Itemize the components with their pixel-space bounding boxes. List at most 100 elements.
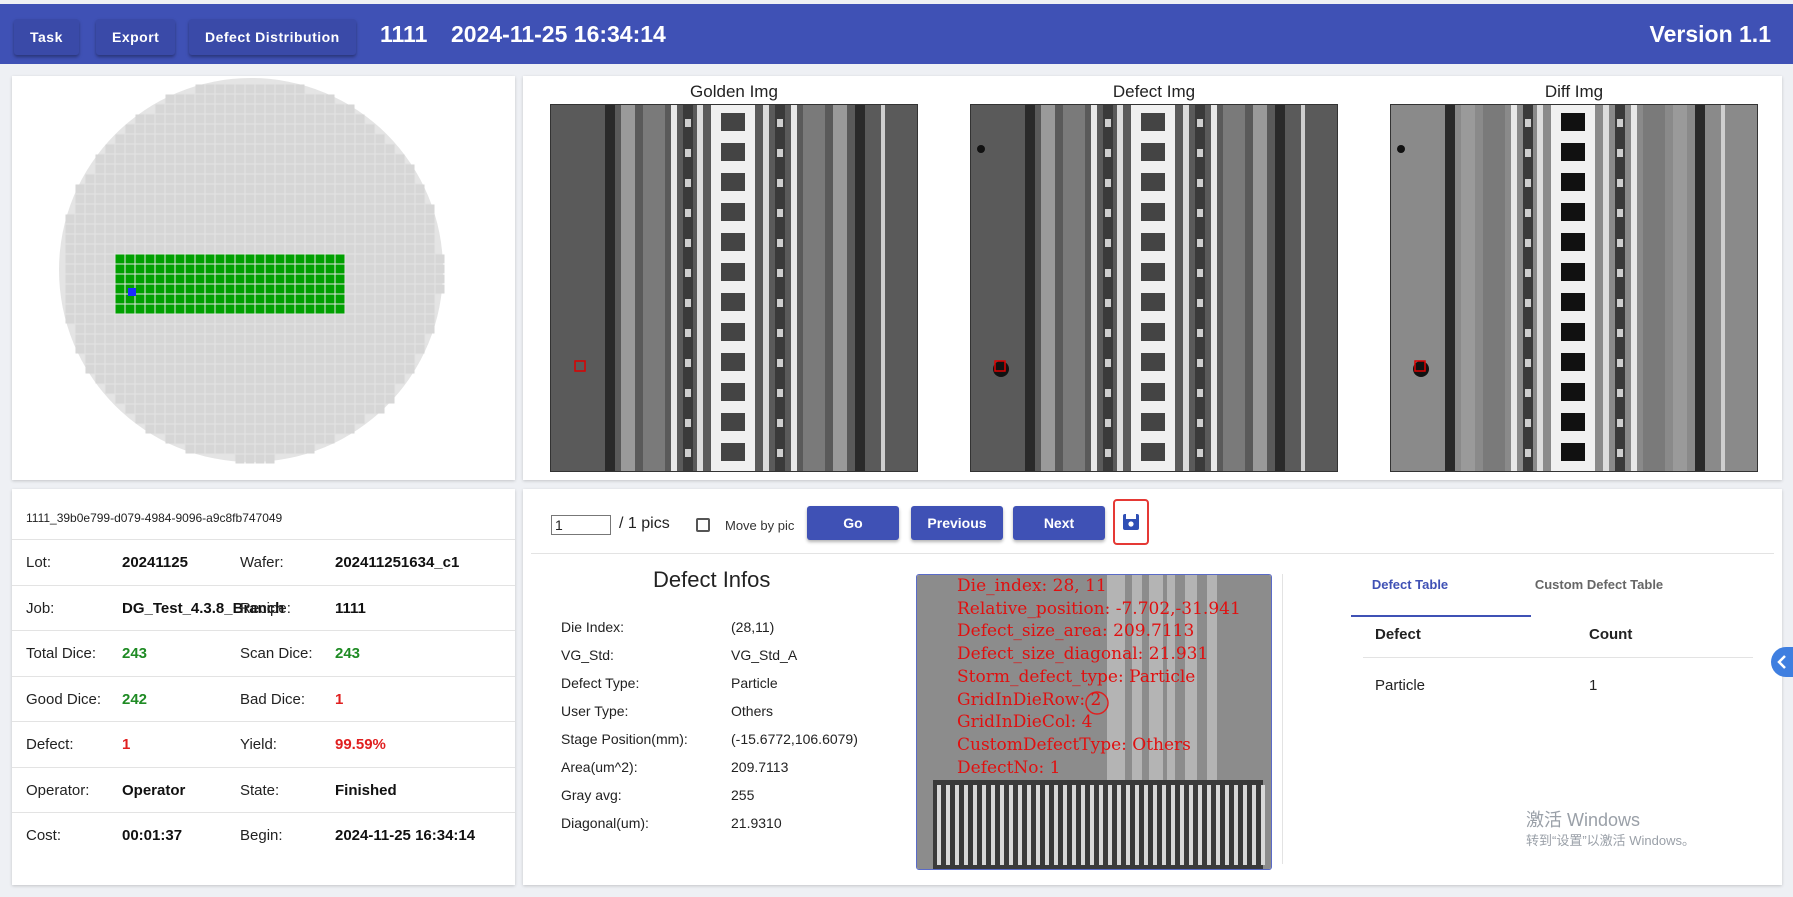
wafer-die[interactable] bbox=[215, 274, 225, 284]
wafer-die[interactable] bbox=[125, 304, 135, 314]
wafer-die[interactable] bbox=[315, 264, 325, 274]
wafer-die[interactable] bbox=[385, 164, 395, 174]
wafer-die[interactable] bbox=[245, 84, 255, 94]
wafer-die[interactable] bbox=[115, 364, 125, 374]
wafer-die[interactable] bbox=[155, 404, 165, 414]
wafer-die[interactable] bbox=[335, 344, 345, 354]
wafer-die[interactable] bbox=[215, 284, 225, 294]
wafer-die[interactable] bbox=[395, 164, 405, 174]
wafer-die[interactable] bbox=[335, 194, 345, 204]
wafer-die[interactable] bbox=[235, 254, 245, 264]
wafer-die[interactable] bbox=[165, 364, 175, 374]
wafer-die[interactable] bbox=[375, 154, 385, 164]
wafer-die[interactable] bbox=[315, 304, 325, 314]
wafer-die[interactable] bbox=[405, 274, 415, 284]
wafer-die[interactable] bbox=[265, 454, 275, 464]
wafer-die[interactable] bbox=[225, 374, 235, 384]
wafer-die[interactable] bbox=[325, 414, 335, 424]
wafer-die[interactable] bbox=[345, 184, 355, 194]
wafer-die[interactable] bbox=[245, 344, 255, 354]
wafer-die[interactable] bbox=[155, 384, 165, 394]
wafer-die[interactable] bbox=[115, 224, 125, 234]
wafer-die[interactable] bbox=[135, 154, 145, 164]
wafer-die[interactable] bbox=[355, 264, 365, 274]
wafer-die[interactable] bbox=[245, 254, 255, 264]
wafer-die[interactable] bbox=[405, 204, 415, 214]
wafer-die[interactable] bbox=[345, 324, 355, 334]
wafer-die[interactable] bbox=[175, 294, 185, 304]
wafer-die[interactable] bbox=[205, 294, 215, 304]
wafer-die[interactable] bbox=[375, 294, 385, 304]
wafer-die[interactable] bbox=[275, 344, 285, 354]
wafer-die[interactable] bbox=[285, 354, 295, 364]
side-collapse-button[interactable] bbox=[1771, 647, 1793, 677]
wafer-die[interactable] bbox=[285, 404, 295, 414]
wafer-die[interactable] bbox=[75, 224, 85, 234]
wafer-die[interactable] bbox=[315, 354, 325, 364]
wafer-die[interactable] bbox=[245, 324, 255, 334]
wafer-die[interactable] bbox=[305, 94, 315, 104]
defect-distribution-button[interactable]: Defect Distribution bbox=[189, 19, 356, 55]
defect-image[interactable] bbox=[970, 104, 1338, 472]
wafer-die[interactable] bbox=[255, 264, 265, 274]
wafer-die[interactable] bbox=[85, 234, 95, 244]
wafer-die[interactable] bbox=[205, 274, 215, 284]
wafer-die[interactable] bbox=[95, 254, 105, 264]
wafer-die[interactable] bbox=[115, 244, 125, 254]
wafer-die[interactable] bbox=[205, 194, 215, 204]
wafer-die[interactable] bbox=[175, 194, 185, 204]
wafer-die[interactable] bbox=[165, 374, 175, 384]
wafer-die[interactable] bbox=[235, 364, 245, 374]
wafer-die[interactable] bbox=[165, 404, 175, 414]
wafer-die[interactable] bbox=[315, 284, 325, 294]
wafer-die[interactable] bbox=[345, 234, 355, 244]
wafer-die[interactable] bbox=[135, 224, 145, 234]
wafer-die[interactable] bbox=[195, 84, 205, 94]
wafer-die[interactable] bbox=[235, 324, 245, 334]
wafer-die[interactable] bbox=[135, 164, 145, 174]
wafer-die[interactable] bbox=[365, 124, 375, 134]
wafer-die[interactable] bbox=[415, 284, 425, 294]
wafer-die[interactable] bbox=[195, 114, 205, 124]
wafer-die[interactable] bbox=[65, 254, 75, 264]
wafer-die[interactable] bbox=[105, 174, 115, 184]
wafer-die[interactable] bbox=[175, 214, 185, 224]
wafer-die[interactable] bbox=[65, 244, 75, 254]
wafer-die[interactable] bbox=[265, 224, 275, 234]
wafer-die[interactable] bbox=[415, 324, 425, 334]
wafer-die[interactable] bbox=[325, 174, 335, 184]
wafer-die[interactable] bbox=[365, 404, 375, 414]
wafer-die[interactable] bbox=[115, 194, 125, 204]
wafer-die[interactable] bbox=[355, 344, 365, 354]
wafer-die[interactable] bbox=[325, 164, 335, 174]
wafer-die[interactable] bbox=[325, 194, 335, 204]
wafer-die[interactable] bbox=[165, 214, 175, 224]
wafer-die[interactable] bbox=[175, 344, 185, 354]
wafer-die[interactable] bbox=[405, 254, 415, 264]
wafer-die[interactable] bbox=[405, 174, 415, 184]
wafer-die[interactable] bbox=[295, 364, 305, 374]
wafer-die[interactable] bbox=[375, 374, 385, 384]
wafer-die[interactable] bbox=[255, 254, 265, 264]
wafer-die[interactable] bbox=[235, 164, 245, 174]
wafer-die[interactable] bbox=[125, 214, 135, 224]
wafer-die[interactable] bbox=[165, 184, 175, 194]
wafer-die[interactable] bbox=[345, 384, 355, 394]
wafer-die[interactable] bbox=[305, 404, 315, 414]
wafer-die[interactable] bbox=[155, 394, 165, 404]
wafer-die[interactable] bbox=[335, 354, 345, 364]
wafer-die[interactable] bbox=[235, 414, 245, 424]
wafer-die[interactable] bbox=[145, 414, 155, 424]
wafer-die[interactable] bbox=[255, 204, 265, 214]
wafer-die[interactable] bbox=[405, 344, 415, 354]
wafer-die[interactable] bbox=[175, 404, 185, 414]
wafer-die[interactable] bbox=[135, 124, 145, 134]
wafer-die[interactable] bbox=[255, 234, 265, 244]
wafer-die[interactable] bbox=[125, 144, 135, 154]
wafer-die[interactable] bbox=[145, 224, 155, 234]
save-button[interactable] bbox=[1113, 499, 1149, 545]
wafer-die[interactable] bbox=[375, 274, 385, 284]
wafer-die[interactable] bbox=[175, 224, 185, 234]
wafer-die[interactable] bbox=[335, 384, 345, 394]
wafer-die[interactable] bbox=[325, 204, 335, 214]
